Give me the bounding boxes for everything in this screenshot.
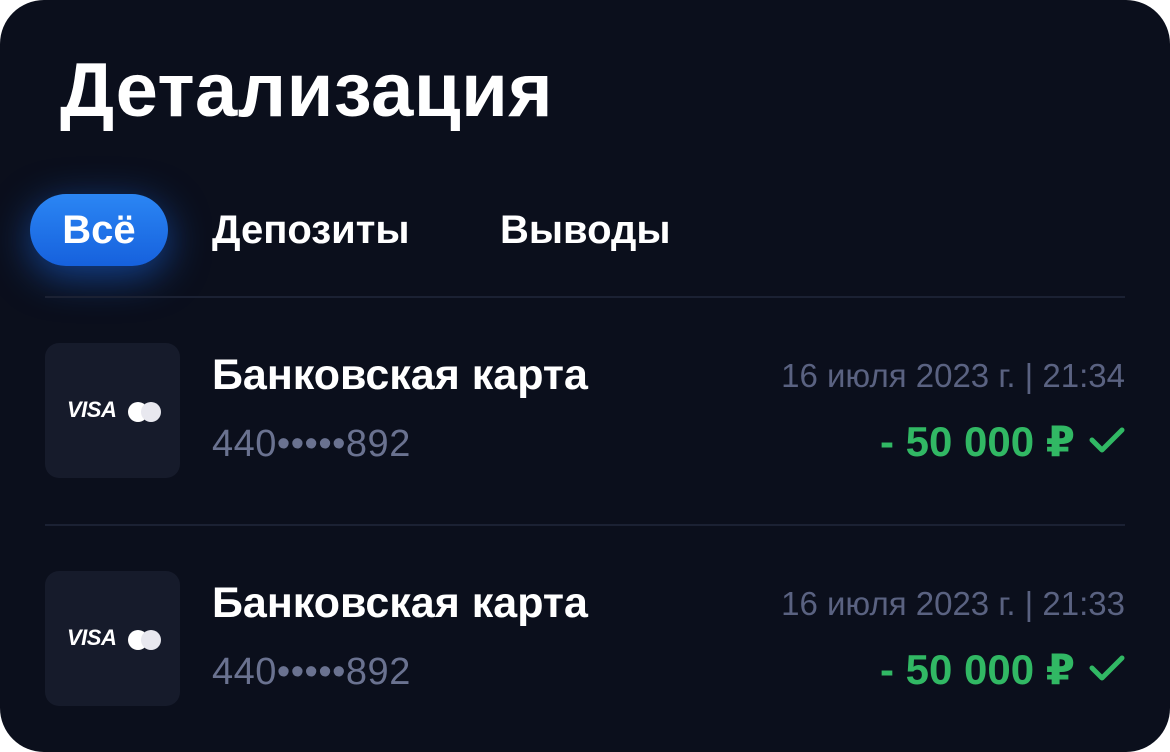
transaction-datetime: 16 июля 2023 г. | 21:34 bbox=[781, 357, 1125, 394]
page-title: Детализация bbox=[60, 48, 554, 133]
check-icon bbox=[1089, 655, 1125, 681]
payment-method: Банковская карта bbox=[212, 351, 588, 399]
filter-tabs: Всё Депозиты Выводы bbox=[30, 194, 1130, 266]
payment-method: Банковская карта bbox=[212, 579, 588, 627]
transaction-datetime: 16 июля 2023 г. | 21:33 bbox=[781, 585, 1125, 622]
mastercard-icon bbox=[128, 402, 164, 422]
visa-logo: VISA bbox=[67, 625, 117, 650]
check-icon bbox=[1089, 427, 1125, 453]
transaction-row[interactable]: VISA Банковская карта 440•••••892 16 июл… bbox=[45, 343, 1125, 479]
tab-deposits[interactable]: Депозиты bbox=[212, 194, 410, 266]
visa-logo: VISA bbox=[67, 397, 117, 422]
mastercard-icon bbox=[128, 630, 164, 650]
tab-all[interactable]: Всё bbox=[30, 194, 168, 266]
card-logo-tile: VISA bbox=[45, 571, 180, 706]
transactions-panel: Детализация Всё Депозиты Выводы VISA Бан… bbox=[0, 0, 1170, 752]
transaction-amount: - 50 000 ₽ bbox=[879, 418, 1075, 465]
transaction-row[interactable]: VISA Банковская карта 440•••••892 16 июл… bbox=[45, 571, 1125, 707]
divider bbox=[45, 524, 1125, 526]
transaction-amount: - 50 000 ₽ bbox=[879, 646, 1075, 693]
card-logo-tile: VISA bbox=[45, 343, 180, 478]
tab-withdrawals[interactable]: Выводы bbox=[500, 194, 671, 266]
card-number: 440•••••892 bbox=[212, 423, 411, 465]
card-number: 440•••••892 bbox=[212, 651, 411, 693]
divider bbox=[45, 296, 1125, 298]
